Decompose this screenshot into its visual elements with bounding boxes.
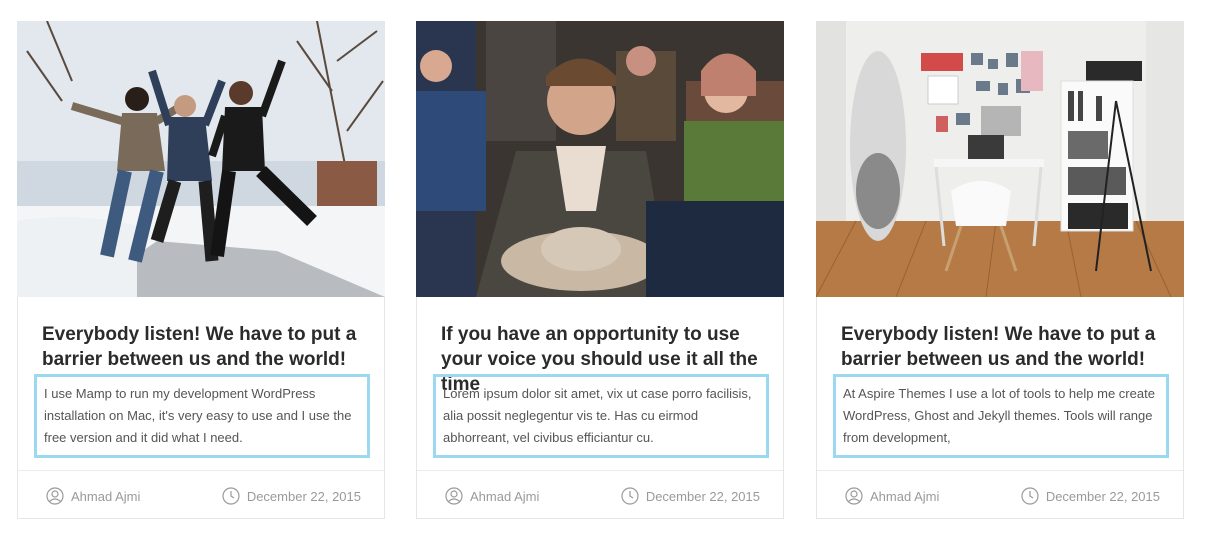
date-text: December 22, 2015 [645,488,760,504]
post-image[interactable] [17,21,385,297]
post-card: Everybody listen! We have to put a barri… [816,21,1184,519]
post-title[interactable]: Everybody listen! We have to put a barri… [42,322,372,372]
clock-icon [222,487,240,505]
card-divider [18,470,384,471]
post-image[interactable] [416,21,784,297]
user-circle-icon [445,487,463,505]
post-excerpt: I use Mamp to run my development WordPre… [34,374,370,458]
post-card: If you have an opportunity to use your v… [416,21,784,519]
user-circle-icon [845,487,863,505]
author-name: Ahmad Ajmi [470,488,540,504]
author-name: Ahmad Ajmi [870,488,940,504]
card-divider [817,470,1183,471]
post-excerpt: Lorem ipsum dolor sit amet, vix ut case … [433,374,769,458]
post-author[interactable]: Ahmad Ajmi [46,487,140,505]
author-name: Ahmad Ajmi [71,488,141,504]
post-date: December 22, 2015 [222,487,361,505]
clock-icon [621,487,639,505]
post-date: December 22, 2015 [621,487,760,505]
post-date: December 22, 2015 [1021,487,1160,505]
post-excerpt: At Aspire Themes I use a lot of tools to… [833,374,1169,458]
post-author[interactable]: Ahmad Ajmi [845,487,939,505]
post-card: Everybody listen! We have to put a barri… [17,21,385,519]
card-divider [417,470,783,471]
date-text: December 22, 2015 [1045,488,1160,504]
date-text: December 22, 2015 [246,488,361,504]
post-image[interactable] [816,21,1184,297]
post-title[interactable]: Everybody listen! We have to put a barri… [841,322,1171,372]
clock-icon [1021,487,1039,505]
post-author[interactable]: Ahmad Ajmi [445,487,539,505]
user-circle-icon [46,487,64,505]
